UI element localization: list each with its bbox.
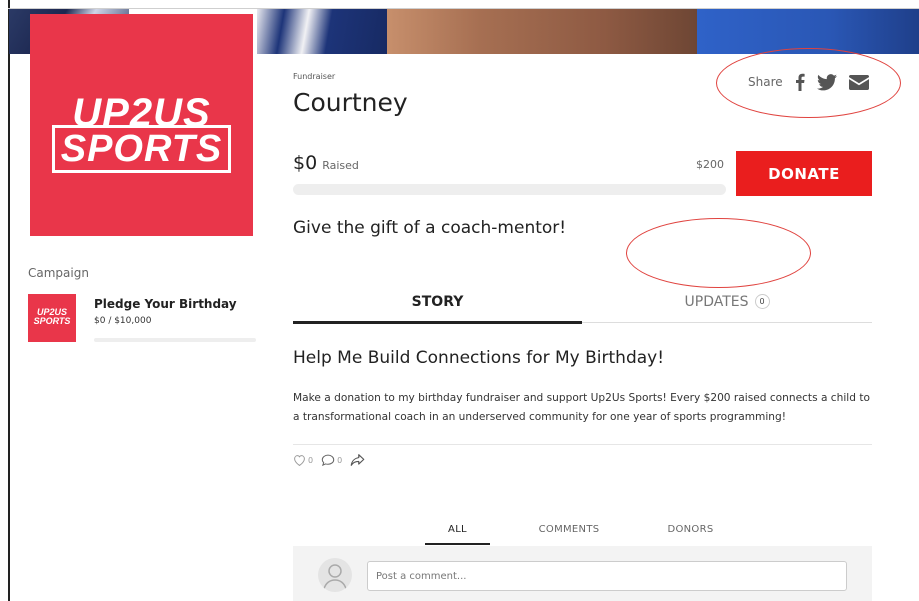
donate-button[interactable]: DONATE [736, 151, 872, 196]
feed-tab-donors[interactable]: DONORS [648, 514, 733, 545]
window-edge [8, 0, 10, 601]
share-story-button[interactable] [350, 454, 365, 466]
raised-label: Raised [322, 159, 359, 172]
raised-amount: $0 [293, 152, 318, 174]
tab-active-indicator [293, 321, 582, 324]
tab-updates-label: UPDATES [684, 293, 749, 310]
feed-tab-all[interactable]: ALL [425, 514, 490, 545]
feed-tab-donors-label: DONORS [667, 524, 714, 535]
like-button[interactable]: 0 [293, 454, 313, 466]
like-count: 0 [308, 455, 314, 465]
share-arrow-icon [350, 454, 365, 466]
campaign-progress-bar [94, 338, 256, 342]
logo-line2: SPORTS [51, 125, 232, 173]
comment-bubble-icon [321, 454, 335, 466]
fundraiser-tagline: Give the gift of a coach-mentor! [293, 218, 567, 238]
comment-count: 0 [337, 455, 343, 465]
feed-tab-all-label: ALL [448, 524, 467, 535]
story-title: Help Me Build Connections for My Birthda… [293, 348, 665, 368]
story-body: Make a donation to my birthday fundraise… [293, 392, 870, 423]
campaign-label: Campaign [28, 266, 89, 280]
fundraiser-progress-bar [293, 184, 726, 195]
annotation-ellipse [626, 218, 811, 288]
tab-story-label: STORY [411, 293, 464, 310]
story-divider [293, 444, 872, 445]
feed-tab-comments-label: COMMENTS [538, 524, 600, 535]
goal-amount: $200 [696, 158, 724, 171]
avatar [318, 558, 352, 592]
feed-tab-active-indicator [425, 543, 490, 545]
user-placeholder-icon [323, 564, 347, 590]
feed-tabs: ALL COMMENTS DONORS [393, 514, 751, 545]
updates-count-badge: 0 [754, 294, 770, 309]
campaign-thumbnail[interactable]: UP2US SPORTS [28, 294, 76, 342]
fundraiser-kicker: Fundraiser [293, 72, 336, 81]
campaign-amount: $0 / $10,000 [94, 316, 152, 326]
organization-logo: UP2US SPORTS [30, 14, 253, 236]
fundraiser-name: Courtney [293, 88, 408, 117]
comment-button[interactable]: 0 [321, 454, 342, 466]
content-tabs: STORY UPDATES 0 [293, 280, 872, 324]
top-border [8, 8, 919, 9]
tab-story[interactable]: STORY [293, 280, 582, 324]
campaign-thumb-line2: SPORTS [33, 316, 71, 326]
feed-tab-comments[interactable]: COMMENTS [521, 514, 617, 545]
annotation-ellipse [716, 48, 901, 118]
raised-summary: $0 Raised [293, 152, 359, 174]
campaign-title-link[interactable]: Pledge Your Birthday [94, 297, 237, 311]
comment-composer [293, 546, 872, 601]
story-reactions: 0 0 [293, 454, 373, 466]
heart-icon [294, 455, 305, 466]
comment-input[interactable] [367, 561, 847, 591]
